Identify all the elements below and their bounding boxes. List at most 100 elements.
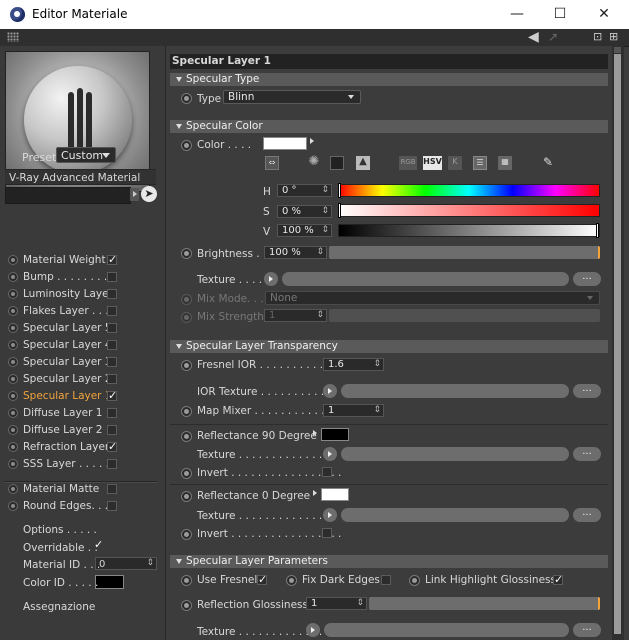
preset-dropdown[interactable]: Custom [56, 147, 116, 163]
channel-row[interactable]: Bump . . . . . . . . . [0, 269, 165, 286]
reflectance0-texture-slot[interactable] [341, 508, 569, 522]
channel-checkbox[interactable] [107, 340, 117, 350]
channel-row[interactable]: Diffuse Layer 1 [0, 405, 165, 422]
ior-texture-play-button[interactable] [323, 384, 337, 398]
invert2-checkbox[interactable] [322, 528, 332, 538]
channel-animate-radio[interactable] [8, 272, 18, 282]
value-slider[interactable] [338, 224, 600, 237]
channel-label[interactable]: Diffuse Layer 1 [23, 407, 102, 419]
channel-checkbox[interactable] [107, 323, 117, 333]
type-animate-radio[interactable] [181, 93, 192, 104]
channel-animate-radio[interactable] [8, 442, 18, 452]
color-texture-slot[interactable] [282, 272, 569, 286]
channel-checkbox[interactable]: ✓ [107, 390, 117, 401]
channel-row[interactable]: Refraction Layer ✓ [0, 439, 165, 456]
ior-texture-slot[interactable] [341, 384, 569, 398]
color-wheel-toggle-icon[interactable]: ⇔ [265, 156, 279, 170]
map-mixer-animate-radio[interactable] [181, 406, 192, 417]
channel-checkbox[interactable] [107, 357, 117, 367]
channel-row[interactable]: Specular Layer 4 [0, 337, 165, 354]
color-swatch[interactable] [263, 137, 307, 150]
reflectance90-arrow-icon[interactable] [313, 430, 317, 436]
mix-strength-slider[interactable] [329, 309, 600, 322]
color-texture-browse-button[interactable]: ... [573, 272, 601, 286]
saturation-slider-marker[interactable] [338, 203, 341, 218]
channel-label[interactable]: Specular Layer 1 [23, 390, 112, 402]
channel-animate-radio[interactable] [8, 501, 18, 511]
channel-animate-radio[interactable] [8, 459, 18, 469]
grip-handle-icon[interactable] [7, 32, 19, 42]
fresnel-ior-animate-radio[interactable] [181, 360, 192, 371]
color-id-swatch[interactable] [95, 575, 124, 589]
hsv-mode-button[interactable]: HSV [423, 156, 442, 170]
mix-strength-animate-radio[interactable] [181, 312, 192, 323]
reflectance90-texture-play-button[interactable] [323, 447, 337, 461]
channel-animate-radio[interactable] [8, 255, 18, 265]
invert1-animate-radio[interactable] [181, 468, 192, 479]
new-window-icon[interactable]: ⊞ [609, 30, 618, 44]
back-arrow-icon[interactable]: ◀ [528, 30, 539, 44]
rgb-mode-button[interactable]: RGB [399, 156, 417, 170]
channel-checkbox[interactable] [107, 408, 117, 418]
saturation-field[interactable]: 0 % [277, 205, 332, 218]
brightness-slider[interactable] [329, 246, 600, 259]
hue-slider[interactable] [338, 184, 600, 197]
hue-slider-marker[interactable] [338, 183, 341, 198]
reflectance0-swatch[interactable] [321, 488, 349, 501]
channel-row[interactable]: Luminosity Layer [0, 286, 165, 303]
channel-row[interactable]: Specular Layer 1 ✓ [0, 388, 165, 405]
reflection-texture-play-button[interactable] [306, 623, 320, 637]
reflectance0-arrow-icon[interactable] [313, 490, 317, 496]
assegnazione-label[interactable]: Assegnazione [23, 601, 95, 613]
link-highlight-checkbox[interactable]: ✓ [553, 574, 563, 585]
channel-animate-radio[interactable] [8, 408, 18, 418]
channel-row[interactable]: SSS Layer . . . . . . [0, 456, 165, 473]
hue-field[interactable]: 0 ° [277, 184, 332, 197]
reflectance0-animate-radio[interactable] [181, 491, 192, 502]
link-highlight-animate-radio[interactable] [409, 575, 420, 586]
channel-animate-radio[interactable] [8, 340, 18, 350]
value-slider-marker[interactable] [596, 223, 599, 238]
channel-checkbox[interactable] [107, 425, 117, 435]
fix-dark-edges-animate-radio[interactable] [286, 575, 297, 586]
channel-checkbox[interactable]: ✓ [107, 254, 117, 265]
reflection-glossiness-animate-radio[interactable] [181, 600, 192, 611]
channel-animate-radio[interactable] [8, 323, 18, 333]
reflection-glossiness-field[interactable]: 1 [306, 597, 367, 610]
reflectance90-animate-radio[interactable] [181, 431, 192, 442]
channel-animate-radio[interactable] [8, 306, 18, 316]
value-field[interactable]: 100 % [277, 224, 332, 237]
channel-checkbox[interactable] [107, 306, 117, 316]
color-animate-radio[interactable] [181, 140, 192, 151]
channel-label[interactable]: Specular Layer 3 [23, 356, 112, 368]
brightness-field[interactable]: 100 % [264, 246, 327, 259]
saturation-slider[interactable] [338, 204, 600, 217]
channel-label[interactable]: Round Edges. . . [23, 500, 108, 512]
eyedropper-icon[interactable]: ✎ [541, 156, 555, 170]
mix-strength-field[interactable]: 1 [264, 309, 327, 322]
map-mixer-field[interactable]: 1 [323, 404, 384, 417]
image-icon[interactable]: ▲ [356, 156, 370, 170]
search-arrow-icon[interactable] [130, 188, 139, 201]
color-texture-play-button[interactable] [264, 272, 278, 286]
reflection-texture-browse-button[interactable]: ... [573, 623, 601, 637]
channel-row[interactable]: Specular Layer 3 [0, 354, 165, 371]
type-dropdown[interactable]: Blinn [223, 90, 361, 104]
vertical-scrollbar[interactable] [612, 46, 624, 640]
fresnel-ior-field[interactable]: 1.6 [323, 358, 384, 371]
mix-mode-dropdown[interactable]: None [265, 291, 600, 305]
channel-animate-radio[interactable] [8, 484, 18, 494]
pointer-cursor-icon[interactable]: ➤ [141, 186, 157, 202]
swatches-icon[interactable]: ▦ [498, 156, 512, 170]
channel-label[interactable]: Material Matte [23, 483, 99, 495]
minimize-button[interactable]: — [497, 4, 537, 26]
channel-checkbox[interactable] [107, 484, 117, 494]
reflectance90-texture-browse-button[interactable]: ... [573, 447, 601, 461]
channel-label[interactable]: Material Weight [23, 254, 106, 266]
brightness-animate-radio[interactable] [181, 248, 192, 259]
options-label[interactable]: Options . . . . . [23, 524, 97, 536]
channel-checkbox[interactable] [107, 501, 117, 511]
channel-label[interactable]: SSS Layer . . . . . . [23, 458, 116, 470]
channel-row[interactable]: Material Weight ✓ [0, 252, 165, 269]
channel-animate-radio[interactable] [8, 425, 18, 435]
